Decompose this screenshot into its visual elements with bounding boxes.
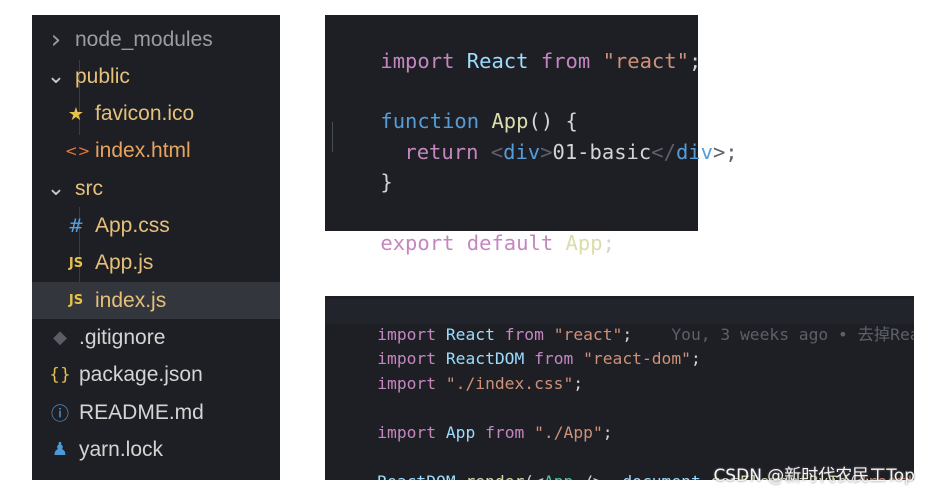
jsx-bracket: </ <box>651 140 676 164</box>
identifier: App <box>445 423 476 442</box>
jsx-component: App <box>544 472 573 480</box>
tree-item-label: package.json <box>79 363 203 387</box>
tree-item-label: index.html <box>95 139 191 163</box>
chevron-right-icon: › <box>50 24 62 55</box>
tree-item[interactable]: JS App.js <box>32 245 280 282</box>
tree-item-label: node_modules <box>75 27 213 51</box>
tree-item-label: App.css <box>95 214 170 237</box>
code-line: import ReactDOM from "react-dom"; <box>338 323 701 368</box>
yarn-icon: ♟ <box>51 439 69 461</box>
tree-item[interactable]: # App.css <box>32 208 280 245</box>
code-line: function App() { <box>331 76 578 133</box>
tree-item-label: public <box>75 64 130 88</box>
tree-item-label: README.md <box>79 400 204 424</box>
identifier: document <box>622 472 700 480</box>
tree-item[interactable]: JS index.js <box>32 282 280 320</box>
git-blame-annotation[interactable]: You, 3 weeks ago • 去掉React <box>671 325 914 344</box>
function-name: render <box>465 472 524 480</box>
hash-icon: # <box>68 215 84 237</box>
tree-item[interactable]: ⌄ public <box>32 58 280 95</box>
code-line: import React from "react"; You, 3 weeks … <box>338 299 914 344</box>
code-line: import React from "react"; <box>331 16 701 73</box>
javascript-icon: JS <box>68 255 84 271</box>
identifier: ReactDOM <box>377 472 455 480</box>
jsx-text: 01-basic <box>552 140 652 164</box>
code-line: return <div>01-basic</div>; <box>355 107 737 164</box>
jsx-bracket: /> <box>573 472 603 480</box>
jsx-tag: div <box>675 140 713 164</box>
jsx-bracket: > <box>540 140 553 164</box>
tree-item-label: src <box>75 176 103 200</box>
info-icon: ⓘ <box>51 403 69 425</box>
string-literal: "react-dom" <box>583 349 691 368</box>
punctuation: ; <box>690 349 701 368</box>
code-line: } <box>331 137 392 194</box>
braces-icon: {} <box>49 365 71 386</box>
tree-item[interactable]: {} package.json <box>32 357 280 394</box>
index-js-editor[interactable]: import React from "react"; You, 3 weeks … <box>325 296 914 480</box>
keyword: return <box>404 140 479 164</box>
javascript-icon: JS <box>68 293 84 309</box>
tree-item-label: index.js <box>95 288 167 312</box>
tree-item-label: App.js <box>95 251 154 275</box>
keyword: import <box>377 423 437 442</box>
jsx-bracket: < <box>490 140 504 164</box>
identifier: App <box>565 231 603 255</box>
tree-item-label: yarn.lock <box>79 437 164 461</box>
watermark: CSDN @新时代农民工Top <box>713 466 915 486</box>
keyword: export <box>380 231 455 255</box>
code-line: import "./index.css"; <box>338 348 583 393</box>
html-icon: <> <box>65 142 91 161</box>
tree-item[interactable]: › node_modules <box>32 21 280 58</box>
code-line: export default App; <box>331 198 615 255</box>
string-literal: "react" <box>602 49 689 73</box>
identifier: React <box>466 49 529 73</box>
star-icon: ★ <box>67 103 85 125</box>
file-explorer: › node_modules ⌄ public ★ favicon.ico <> index.… <box>32 15 280 480</box>
punctuation: ; <box>573 374 584 393</box>
tree-item[interactable]: ⓘ README.md <box>32 394 280 431</box>
tree-item[interactable]: ⌄ src <box>32 170 280 207</box>
punctuation: } <box>380 170 393 194</box>
tree-item[interactable]: ★ favicon.ico <box>32 96 280 133</box>
string-literal: "./App" <box>534 423 603 442</box>
keyword: from <box>540 49 591 73</box>
jsx-bracket: >; <box>712 140 738 164</box>
chevron-down-icon: ⌄ <box>46 176 66 202</box>
chevron-down-icon: ⌄ <box>46 64 66 90</box>
tree-item[interactable]: ◆ .gitignore <box>32 319 280 356</box>
code-line: import App from "./App"; <box>338 397 612 442</box>
punctuation: ; <box>602 231 615 255</box>
punctuation: (< <box>524 472 544 480</box>
string-literal: "./index.css" <box>445 374 574 393</box>
punctuation: . <box>456 472 466 480</box>
punctuation: , <box>603 472 623 480</box>
tree-item[interactable]: <> index.html <box>32 133 280 170</box>
keyword: default <box>466 231 554 255</box>
app-js-editor[interactable]: import React from "react"; function App(… <box>325 15 738 255</box>
tree-item-label: .gitignore <box>79 325 166 349</box>
tree-item-label: favicon.ico <box>95 102 195 126</box>
tree-item[interactable]: ♟ yarn.lock <box>32 431 280 468</box>
jsx-tag: div <box>503 140 541 164</box>
keyword: import <box>380 49 455 73</box>
keyword: from <box>485 423 525 442</box>
punctuation: ; <box>602 423 613 442</box>
punctuation: ; <box>688 49 702 73</box>
punctuation: . <box>701 472 711 480</box>
keyword: import <box>377 374 437 393</box>
git-icon: ◆ <box>53 327 67 349</box>
